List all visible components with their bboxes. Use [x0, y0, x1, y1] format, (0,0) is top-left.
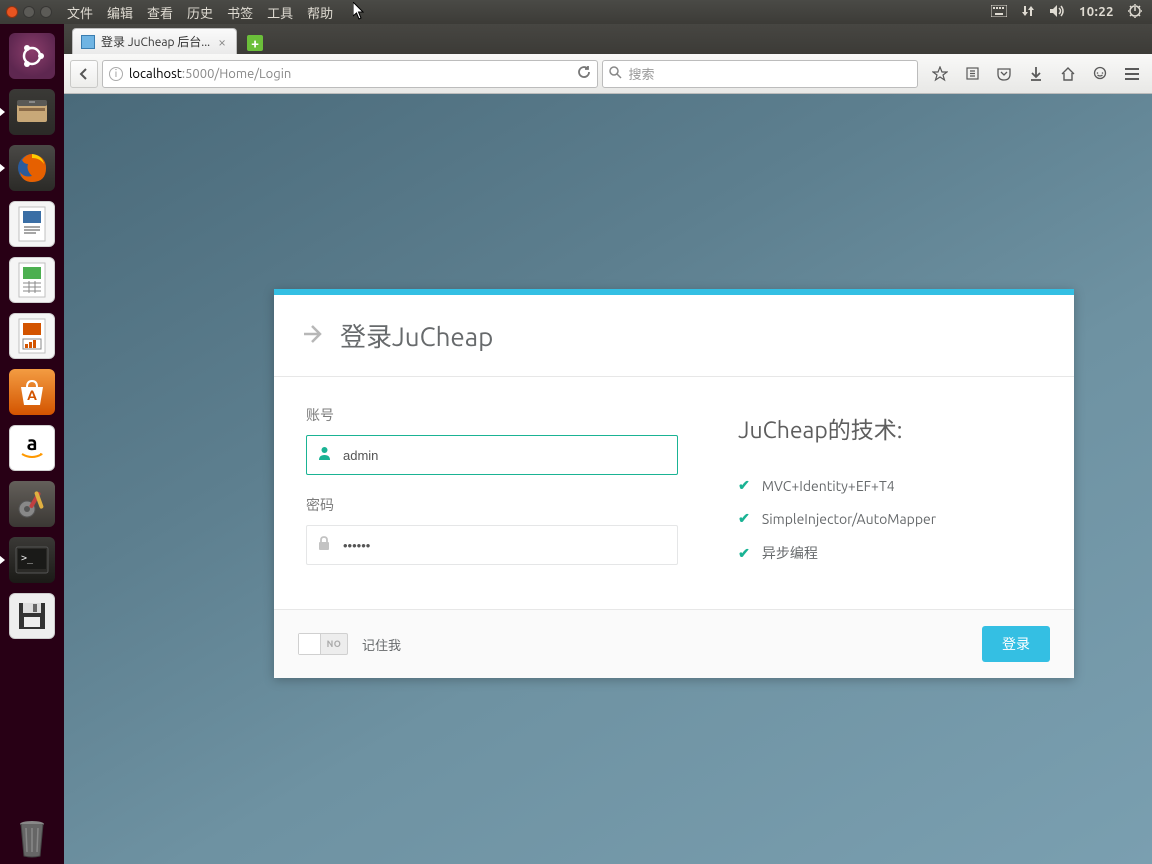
tech-info: JuCheap的技术: ✔MVC+Identity+EF+T4 ✔SimpleI… — [718, 405, 1042, 585]
login-panel: 登录JuCheap 账号 密码 — [274, 289, 1074, 678]
login-header: 登录JuCheap — [274, 295, 1074, 377]
toggle-handle — [299, 634, 321, 654]
menu-view[interactable]: 查看 — [140, 3, 180, 22]
svg-text:A: A — [27, 387, 37, 403]
new-tab-button[interactable]: + — [243, 32, 267, 54]
launcher-dash[interactable] — [6, 30, 58, 82]
launcher-amazon[interactable]: a — [6, 422, 58, 474]
launcher-terminal[interactable]: >_ — [6, 534, 58, 586]
launcher-writer[interactable] — [6, 198, 58, 250]
search-bar[interactable]: 搜索 — [602, 60, 918, 88]
url-text: localhost:5000/Home/Login — [129, 67, 291, 81]
check-icon: ✔ — [738, 477, 750, 494]
site-info-icon[interactable]: i — [109, 67, 123, 81]
svg-text:>_: >_ — [21, 553, 34, 564]
tab-title: 登录 JuCheap 后台... — [101, 33, 210, 50]
menu-bookmarks[interactable]: 书签 — [220, 3, 260, 22]
page-viewport: 登录JuCheap 账号 密码 — [64, 94, 1152, 864]
downloads-icon[interactable] — [1022, 60, 1050, 88]
launcher-impress[interactable] — [6, 310, 58, 362]
back-button[interactable] — [70, 60, 98, 88]
launcher-calc[interactable] — [6, 254, 58, 306]
chat-icon[interactable] — [1086, 60, 1114, 88]
pocket-icon[interactable] — [990, 60, 1018, 88]
launcher-save[interactable] — [6, 590, 58, 642]
user-icon — [318, 446, 331, 464]
launcher-settings[interactable] — [6, 478, 58, 530]
menu-history[interactable]: 历史 — [180, 3, 220, 22]
menu-help[interactable]: 帮助 — [300, 3, 340, 22]
tech-item: ✔SimpleInjector/AutoMapper — [738, 502, 1042, 535]
bookmark-star-icon[interactable] — [926, 60, 954, 88]
system-tray: 10:22 — [991, 4, 1146, 21]
keyboard-icon[interactable] — [991, 5, 1007, 20]
tech-item: ✔异步编程 — [738, 535, 1042, 571]
system-menubar: 文件 编辑 查看 历史 书签 工具 帮助 10:22 — [0, 0, 1152, 24]
unity-launcher: A a >_ — [0, 24, 64, 864]
window-controls — [6, 6, 52, 18]
home-icon[interactable] — [1054, 60, 1082, 88]
login-submit-button[interactable]: 登录 — [982, 626, 1050, 662]
menu-tools[interactable]: 工具 — [260, 3, 300, 22]
check-icon: ✔ — [738, 510, 750, 527]
reload-button[interactable] — [577, 65, 591, 82]
browser-navbar: i localhost:5000/Home/Login 搜索 — [64, 54, 1152, 94]
tab-close-button[interactable]: × — [216, 34, 228, 50]
search-icon — [609, 66, 622, 82]
window-maximize-button[interactable] — [40, 6, 52, 18]
login-footer: NO 记住我 登录 — [274, 609, 1074, 678]
launcher-firefox[interactable] — [6, 142, 58, 194]
lock-icon — [318, 536, 330, 554]
svg-text:a: a — [27, 431, 38, 454]
username-label: 账号 — [306, 405, 678, 425]
signin-icon — [302, 322, 326, 350]
window-minimize-button[interactable] — [23, 6, 35, 18]
password-label: 密码 — [306, 495, 678, 515]
clock[interactable]: 10:22 — [1079, 5, 1114, 19]
window-close-button[interactable] — [6, 6, 18, 18]
bookmarks-list-icon[interactable] — [958, 60, 986, 88]
login-form: 账号 密码 — [306, 405, 718, 585]
menu-file[interactable]: 文件 — [60, 3, 100, 22]
password-input[interactable] — [306, 525, 678, 565]
username-input[interactable] — [306, 435, 678, 475]
launcher-software[interactable]: A — [6, 366, 58, 418]
tab-favicon-icon — [81, 35, 95, 49]
search-placeholder: 搜索 — [628, 64, 654, 83]
tech-item: ✔MVC+Identity+EF+T4 — [738, 469, 1042, 502]
remember-label: 记住我 — [362, 635, 401, 654]
hamburger-menu-icon[interactable] — [1118, 60, 1146, 88]
tech-heading: JuCheap的技术: — [738, 411, 1042, 445]
login-heading: 登录JuCheap — [340, 317, 493, 354]
volume-icon[interactable] — [1049, 4, 1065, 21]
tab-strip: 登录 JuCheap 后台... × + — [64, 24, 1152, 54]
browser-tab[interactable]: 登录 JuCheap 后台... × — [72, 28, 237, 54]
url-bar[interactable]: i localhost:5000/Home/Login — [102, 60, 598, 88]
check-icon: ✔ — [738, 545, 750, 562]
launcher-files[interactable] — [6, 86, 58, 138]
power-icon[interactable] — [1128, 4, 1142, 21]
toggle-text: NO — [321, 639, 347, 649]
browser-window: 登录 JuCheap 后台... × + i localhost:5000/Ho… — [64, 24, 1152, 864]
network-icon[interactable] — [1021, 4, 1035, 21]
remember-toggle[interactable]: NO — [298, 633, 348, 655]
launcher-trash[interactable] — [6, 812, 58, 864]
menu-edit[interactable]: 编辑 — [100, 3, 140, 22]
